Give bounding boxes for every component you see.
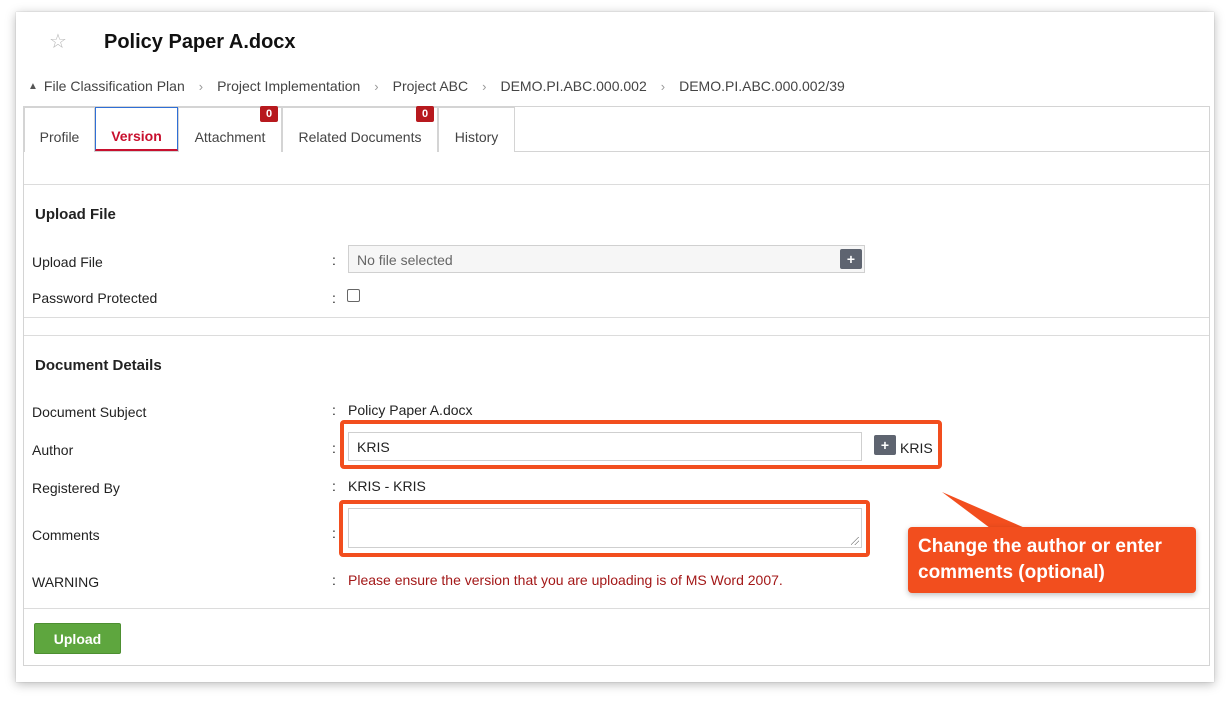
callout-pointer [942,492,1025,528]
annotation-callout: Change the author or enter comments (opt… [908,527,1196,593]
callout-text: Change the author or enter comments (opt… [918,536,1162,583]
